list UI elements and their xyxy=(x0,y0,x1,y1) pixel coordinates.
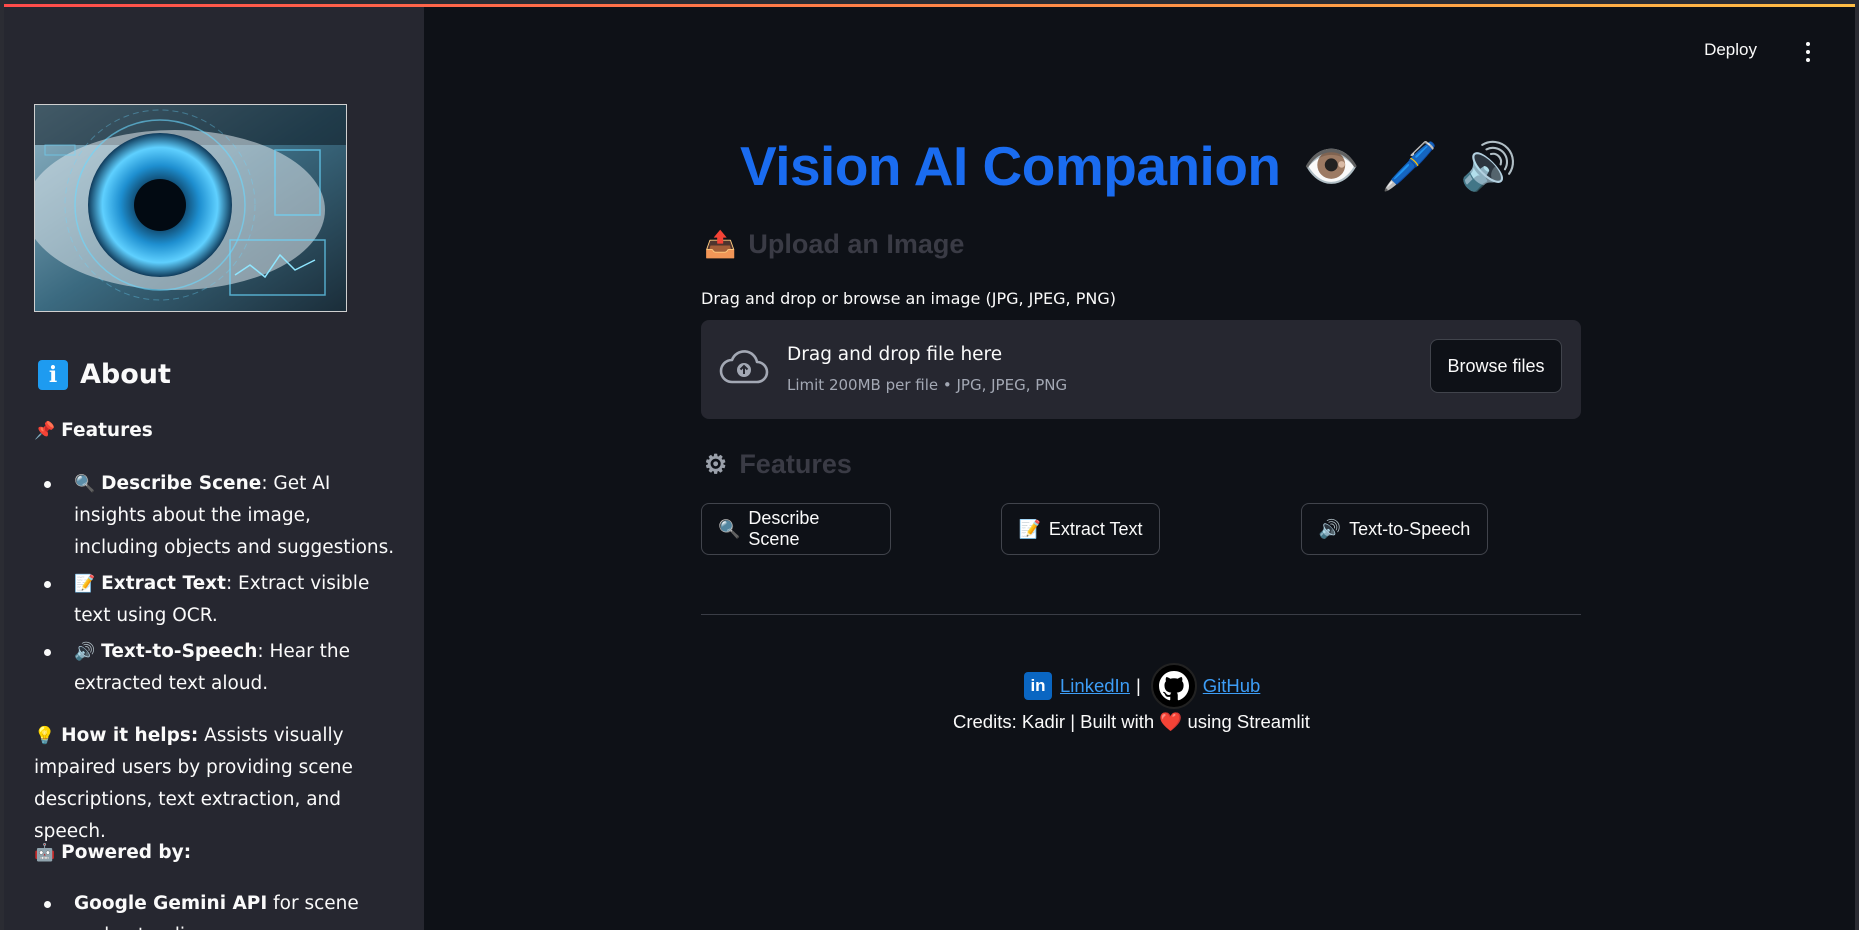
deploy-button[interactable]: Deploy xyxy=(1704,40,1757,60)
magnifier-icon: 🔍 xyxy=(74,474,96,494)
eye-tech-image xyxy=(34,104,347,312)
linkedin-link[interactable]: LinkedIn xyxy=(1060,675,1130,697)
divider xyxy=(701,614,1581,615)
extract-text-button[interactable]: 📝 Extract Text xyxy=(1001,503,1160,555)
how-it-helps: 💡 How it helps: Assists visually impaired… xyxy=(34,725,353,842)
eye-icon: 👁️ xyxy=(1302,139,1360,192)
github-icon[interactable] xyxy=(1150,663,1197,709)
github-link[interactable]: GitHub xyxy=(1203,675,1261,697)
features-heading-main: ⚙ Features xyxy=(704,449,852,479)
list-item: 🔍 Describe Scene: Get AI insights about t… xyxy=(40,468,400,564)
list-item: Google Gemini API for scene understandin… xyxy=(40,888,400,930)
linkedin-icon[interactable]: in xyxy=(1024,672,1052,700)
pen-icon: 🖊️ xyxy=(1381,139,1439,192)
separator: | xyxy=(1135,675,1141,696)
top-decoration-bar xyxy=(4,4,1855,7)
cloud-upload-icon xyxy=(719,350,769,384)
about-heading: i About xyxy=(38,359,171,390)
sidebar: i About 📌 Features 🔍 Describe Scene: Get A… xyxy=(4,4,424,930)
dropzone-limit: Limit 200MB per file • JPG, JPEG, PNG xyxy=(787,376,1068,394)
page-title: Vision AI Companion 👁️ 🖊️ 🔊 xyxy=(740,135,1517,197)
pushpin-icon: 📌 xyxy=(34,421,56,441)
main-menu-icon[interactable] xyxy=(1805,42,1811,62)
list-item: 📝 Extract Text: Extract visible text usin… xyxy=(40,568,400,632)
memo-icon: 📝 xyxy=(1018,518,1041,539)
text-to-speech-button[interactable]: 🔊 Text-to-Speech xyxy=(1301,503,1488,555)
eye-illustration xyxy=(35,105,346,311)
browse-files-button[interactable]: Browse files xyxy=(1430,339,1562,393)
heart-icon: ❤️ xyxy=(1159,711,1183,732)
features-heading: 📌 Features xyxy=(34,420,153,441)
memo-icon: 📝 xyxy=(74,574,96,594)
powered-by-heading: 🤖 Powered by: xyxy=(34,842,192,863)
outbox-tray-icon: 📤 xyxy=(704,229,737,259)
info-icon: i xyxy=(38,359,68,390)
speaker-icon: 🔊 xyxy=(74,642,96,662)
describe-scene-button[interactable]: 🔍 Describe Scene xyxy=(701,503,891,555)
credits-line: Credits: Kadir | Built with ❤️ using Str… xyxy=(953,711,1310,732)
speaker-icon: 🔊 xyxy=(1318,518,1342,539)
robot-icon: 🤖 xyxy=(34,843,56,863)
gear-icon: ⚙ xyxy=(704,449,728,479)
app-window: i About 📌 Features 🔍 Describe Scene: Get A… xyxy=(4,4,1855,930)
dropzone-title: Drag and drop file here xyxy=(787,344,1003,365)
github-octocat-icon xyxy=(1158,671,1189,701)
powered-list: Google Gemini API for scene understandin… xyxy=(40,888,400,930)
file-dropzone[interactable]: Drag and drop file here Limit 200MB per … xyxy=(701,320,1581,419)
magnifier-icon: 🔍 xyxy=(718,518,741,539)
upload-label: Drag and drop or browse an image (JPG, J… xyxy=(701,289,1116,308)
upload-heading: 📤 Upload an Image xyxy=(704,229,965,259)
social-links: in LinkedIn | GitHub xyxy=(4,663,1855,709)
speaker-icon: 🔊 xyxy=(1460,139,1517,192)
